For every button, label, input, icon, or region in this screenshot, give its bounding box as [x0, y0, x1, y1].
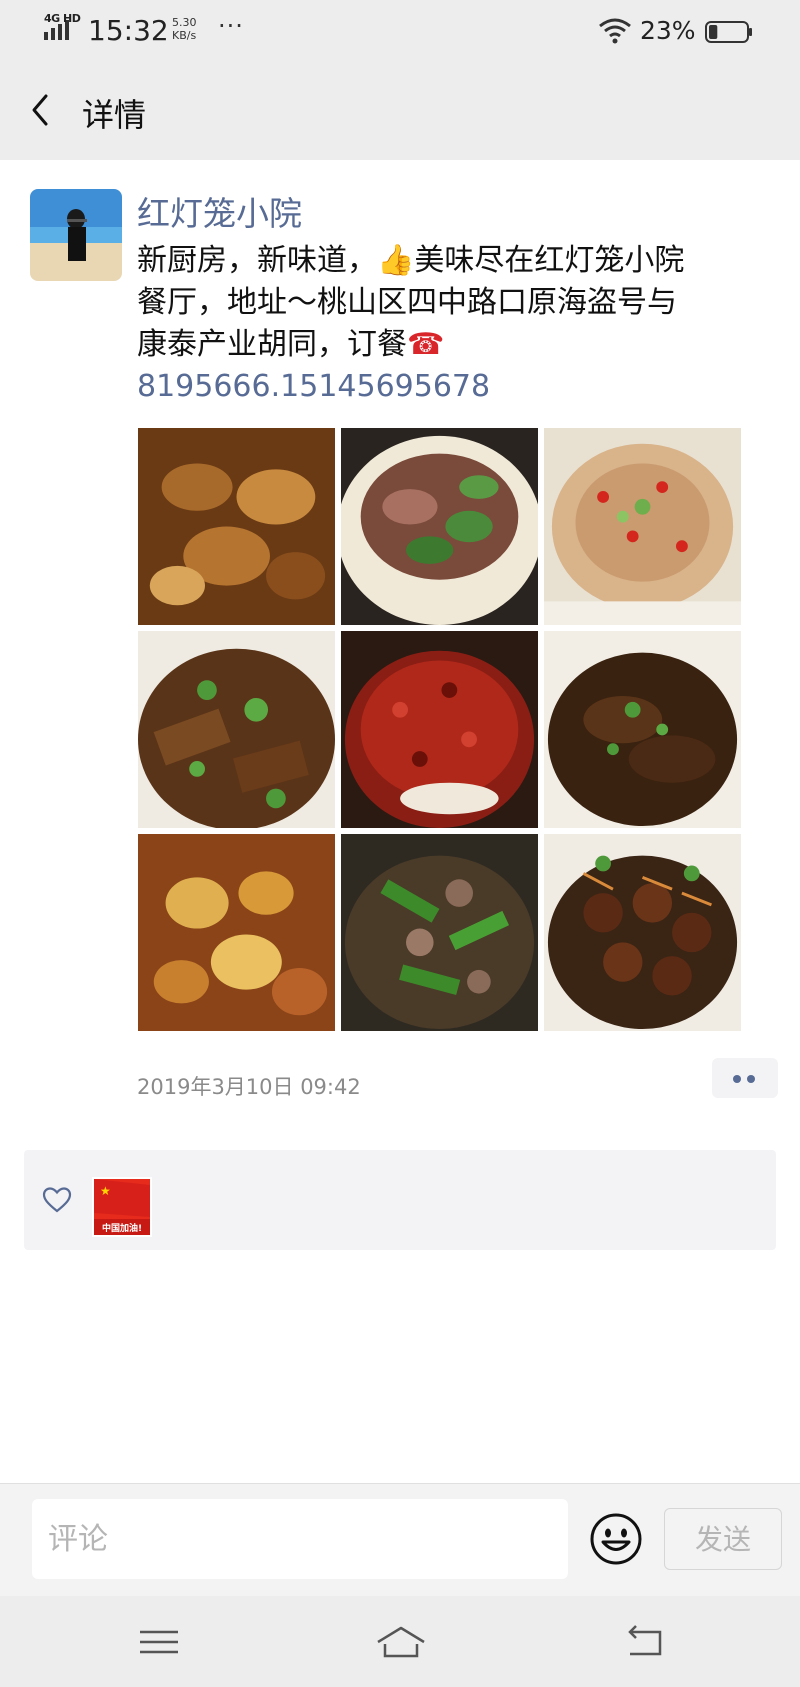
heart-outline-icon	[42, 1187, 72, 1213]
telephone-icon: ☎	[407, 327, 445, 362]
page-title: 详情	[82, 96, 147, 134]
more-dots-icon	[733, 1075, 741, 1083]
speed-value: 5.30	[172, 16, 197, 29]
author-name[interactable]: 红灯笼小院	[137, 187, 302, 235]
more-options-button[interactable]	[712, 1058, 778, 1098]
menu-icon[interactable]	[136, 1624, 182, 1660]
dish-photo-4[interactable]	[138, 631, 335, 828]
wifi-icon	[599, 18, 631, 44]
phone-number-link[interactable]: 8195666.15145695678	[137, 369, 490, 404]
author-avatar[interactable]	[30, 189, 122, 281]
dish-photo-2[interactable]	[341, 428, 538, 625]
send-button[interactable]: 发送	[664, 1508, 782, 1570]
svg-text:★: ★	[100, 1184, 111, 1198]
top-navbar: 详情	[0, 64, 800, 160]
dish-photo-3[interactable]	[544, 428, 741, 625]
status-time: 15:32	[88, 14, 169, 47]
smiley-icon[interactable]	[588, 1511, 644, 1567]
post-content: 新厨房，新味道，👍美味尽在红灯笼小院餐厅，地址～桃山区四中路口原海盗号与康泰产业…	[137, 240, 697, 408]
dish-photo-5[interactable]	[341, 631, 538, 828]
post-timestamp: 2019年3月10日 09:42	[137, 1075, 361, 1099]
thumbs-up-icon: 👍	[377, 243, 415, 278]
post-text-1: 新厨房，新味道，	[137, 243, 377, 278]
battery-percent: 23%	[640, 16, 696, 45]
dish-photo-9[interactable]	[544, 834, 741, 1031]
likes-panel: ★ 中国加油!	[24, 1150, 776, 1250]
dish-photo-6[interactable]	[544, 631, 741, 828]
status-more: ···	[218, 12, 244, 40]
dish-photo-7[interactable]	[138, 834, 335, 1031]
battery-icon	[705, 21, 752, 43]
dish-photo-8[interactable]	[341, 834, 538, 1031]
network-speed: 5.30 KB/s	[172, 16, 197, 42]
comment-input[interactable]	[32, 1499, 568, 1579]
speed-unit: KB/s	[172, 29, 197, 42]
liker-avatar[interactable]: ★ 中国加油!	[92, 1177, 152, 1237]
return-icon[interactable]	[622, 1624, 668, 1660]
more-dots-icon	[747, 1075, 755, 1083]
liker-badge-text: 中国加油!	[102, 1222, 142, 1234]
comment-bar: 发送	[0, 1483, 800, 1596]
network-type: 4G HD	[44, 12, 81, 25]
status-bar: 4G HD 15:32 5.30 KB/s ··· 23%	[0, 0, 800, 64]
photo-grid	[138, 428, 743, 1031]
dish-photo-1[interactable]	[138, 428, 335, 625]
home-icon[interactable]	[374, 1624, 428, 1660]
system-navbar	[0, 1596, 800, 1687]
chevron-left-icon[interactable]	[26, 88, 56, 132]
